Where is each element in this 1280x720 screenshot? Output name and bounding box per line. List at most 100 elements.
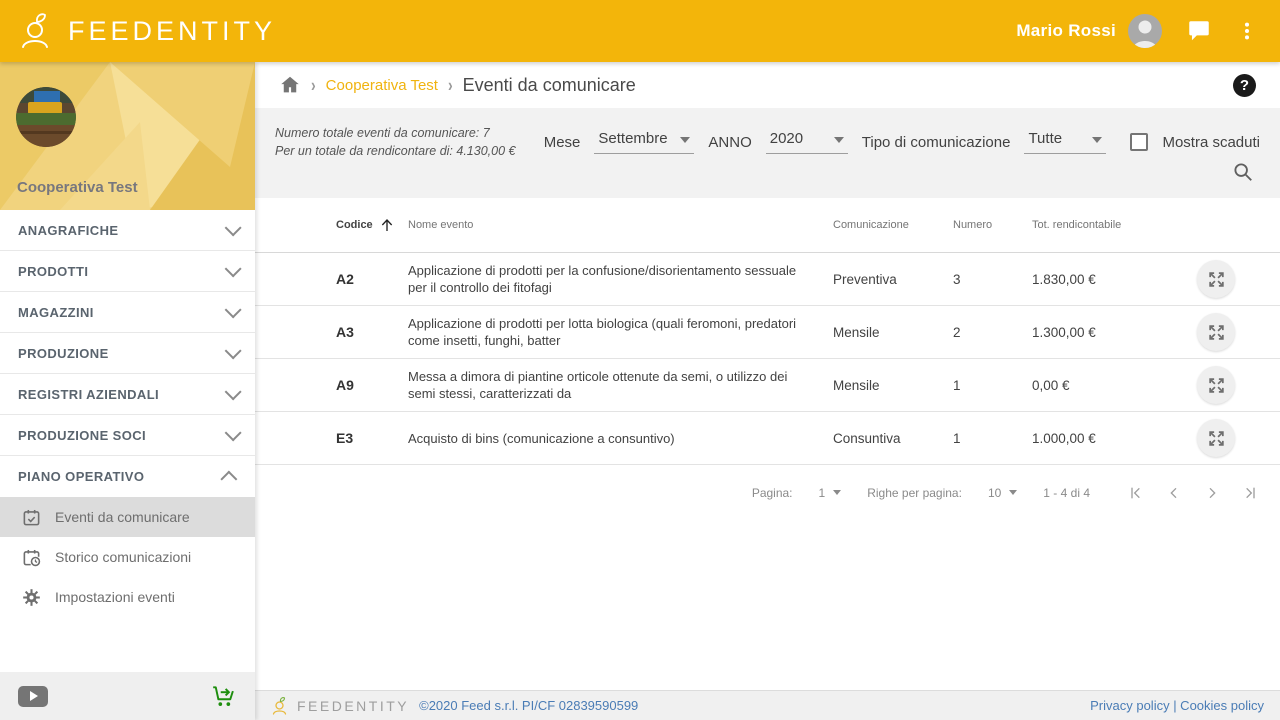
next-page-icon[interactable]	[1204, 485, 1220, 501]
expand-row-button[interactable]	[1197, 419, 1235, 457]
rows-per-page-select[interactable]: 10	[988, 486, 1017, 500]
sidebar-footer	[0, 672, 255, 720]
person-icon	[1128, 14, 1162, 48]
filter-bar: Numero totale eventi da comunicare: 7 Pe…	[255, 108, 1280, 198]
sidebar-item-storico-comunicazioni[interactable]: Storico comunicazioni	[0, 537, 255, 577]
sidebar-item-label: ANAGRAFICHE	[18, 223, 118, 238]
event-name: Applicazione di prodotti per la confusio…	[408, 253, 833, 305]
chat-icon[interactable]	[1186, 18, 1212, 44]
user-avatar[interactable]	[1128, 14, 1162, 48]
event-name: Messa a dimora di piantine orticole otte…	[408, 359, 833, 411]
first-page-icon[interactable]	[1128, 485, 1144, 501]
events-summary: Numero totale eventi da comunicare: 7 Pe…	[275, 122, 536, 160]
column-header-codice[interactable]: Codice	[336, 217, 408, 233]
footer-logo: FEEDENTITY	[271, 696, 409, 716]
sidebar-item-produzione[interactable]: PRODUZIONE	[0, 333, 255, 374]
brand-name: FEEDENTITY	[68, 16, 276, 47]
column-label: Codice	[336, 219, 373, 231]
topbar: FEEDENTITY Mario Rossi	[0, 0, 1280, 62]
total-amount-text: Per un totale da rendicontare di: 4.130,…	[275, 142, 536, 160]
total-events-text: Numero totale eventi da comunicare: 7	[275, 124, 536, 142]
chevron-down-icon	[225, 219, 242, 236]
sidebar-item-anagrafiche[interactable]: ANAGRAFICHE	[0, 210, 255, 251]
month-label: Mese	[544, 134, 581, 151]
youtube-icon[interactable]	[18, 686, 48, 707]
event-total: 1.000,00 €	[1032, 431, 1172, 446]
chevron-down-icon	[225, 383, 242, 400]
pagination: Pagina: 1 Righe per pagina: 10 1 - 4 di …	[255, 465, 1280, 520]
feedentity-person-leaf-icon	[271, 696, 291, 716]
user-name[interactable]: Mario Rossi	[1016, 21, 1116, 41]
table-row: A2 Applicazione di prodotti per la confu…	[255, 253, 1280, 306]
feedentity-person-leaf-icon	[18, 11, 58, 51]
events-table: Codice Nome evento Comunicazione Numero …	[255, 198, 1280, 690]
kebab-menu-icon[interactable]	[1236, 18, 1258, 44]
column-header-totale[interactable]: Tot. rendicontabile	[1032, 219, 1172, 231]
previous-page-icon[interactable]	[1166, 485, 1182, 501]
sidebar-item-prodotti[interactable]: PRODOTTI	[0, 251, 255, 292]
sidebar-item-produzione-soci[interactable]: PRODUZIONE SOCI	[0, 415, 255, 456]
sidebar-item-label: PRODUZIONE	[18, 346, 109, 361]
event-total: 1.300,00 €	[1032, 325, 1172, 340]
chevron-down-icon	[225, 301, 242, 318]
chevron-down-icon	[225, 260, 242, 277]
sidebar-item-impostazioni-eventi[interactable]: Impostazioni eventi	[0, 577, 255, 617]
copyright-text: ©2020 Feed s.r.l. PI/CF 02839590599	[419, 698, 638, 713]
event-code: A3	[336, 324, 408, 340]
expand-icon	[1207, 429, 1226, 448]
expand-row-button[interactable]	[1197, 366, 1235, 404]
sidebar-item-label: REGISTRI AZIENDALI	[18, 387, 159, 402]
page-select[interactable]: 1	[819, 486, 842, 500]
event-code: A2	[336, 271, 408, 287]
sidebar-item-eventi-da-comunicare[interactable]: Eventi da comunicare	[0, 497, 255, 537]
column-header-numero[interactable]: Numero	[953, 219, 1032, 231]
event-communication: Mensile	[833, 378, 953, 393]
expand-row-button[interactable]	[1197, 313, 1235, 351]
sidebar-item-label: PRODOTTI	[18, 264, 88, 279]
search-icon	[1232, 161, 1254, 183]
gear-icon	[22, 588, 41, 607]
show-expired-label: Mostra scaduti	[1162, 134, 1260, 151]
event-number: 1	[953, 431, 1032, 446]
help-button[interactable]: ?	[1233, 74, 1256, 97]
year-select[interactable]: 2020	[766, 130, 848, 154]
organization-avatar[interactable]	[16, 87, 76, 147]
communication-type-select[interactable]: Tutte	[1024, 130, 1106, 154]
sidebar: Cooperativa Test ANAGRAFICHE PRODOTTI MA…	[0, 62, 255, 720]
event-code: E3	[336, 430, 408, 446]
month-select[interactable]: Settembre	[594, 130, 694, 154]
page-title: Eventi da comunicare	[463, 75, 636, 96]
footer-brand-name: FEEDENTITY	[297, 698, 409, 714]
policy-links[interactable]: Privacy policy | Cookies policy	[1090, 698, 1264, 713]
expand-icon	[1207, 376, 1226, 395]
column-header-comunicazione[interactable]: Comunicazione	[833, 219, 953, 231]
table-row: E3 Acquisto di bins (comunicazione a con…	[255, 412, 1280, 465]
year-label: ANNO	[708, 134, 751, 151]
event-communication: Preventiva	[833, 272, 953, 287]
show-expired-checkbox[interactable]	[1130, 133, 1148, 151]
sort-ascending-icon	[379, 217, 395, 233]
rows-per-page-label: Righe per pagina:	[867, 486, 962, 500]
sidebar-item-piano-operativo[interactable]: PIANO OPERATIVO	[0, 456, 255, 497]
home-icon[interactable]	[279, 74, 301, 96]
breadcrumb-cooperativa[interactable]: Cooperativa Test	[326, 77, 438, 94]
organization-name: Cooperativa Test	[17, 179, 138, 196]
column-header-nome[interactable]: Nome evento	[408, 219, 833, 231]
cart-checkout-icon[interactable]	[211, 683, 237, 709]
chevron-right-icon: ›	[311, 75, 316, 96]
calendar-check-icon	[22, 508, 41, 527]
search-button[interactable]	[1232, 161, 1254, 188]
sidebar-nav: ANAGRAFICHE PRODOTTI MAGAZZINI PRODUZION…	[0, 210, 255, 672]
sidebar-subitem-label: Eventi da comunicare	[55, 509, 190, 525]
sidebar-item-magazzini[interactable]: MAGAZZINI	[0, 292, 255, 333]
event-number: 1	[953, 378, 1032, 393]
event-total: 1.830,00 €	[1032, 272, 1172, 287]
calendar-clock-icon	[22, 548, 41, 567]
sidebar-item-registri-aziendali[interactable]: REGISTRI AZIENDALI	[0, 374, 255, 415]
app-logo: FEEDENTITY	[18, 11, 276, 51]
expand-row-button[interactable]	[1197, 260, 1235, 298]
event-number: 2	[953, 325, 1032, 340]
chevron-down-icon	[225, 342, 242, 359]
last-page-icon[interactable]	[1242, 485, 1258, 501]
sidebar-subitem-label: Storico comunicazioni	[55, 549, 191, 565]
